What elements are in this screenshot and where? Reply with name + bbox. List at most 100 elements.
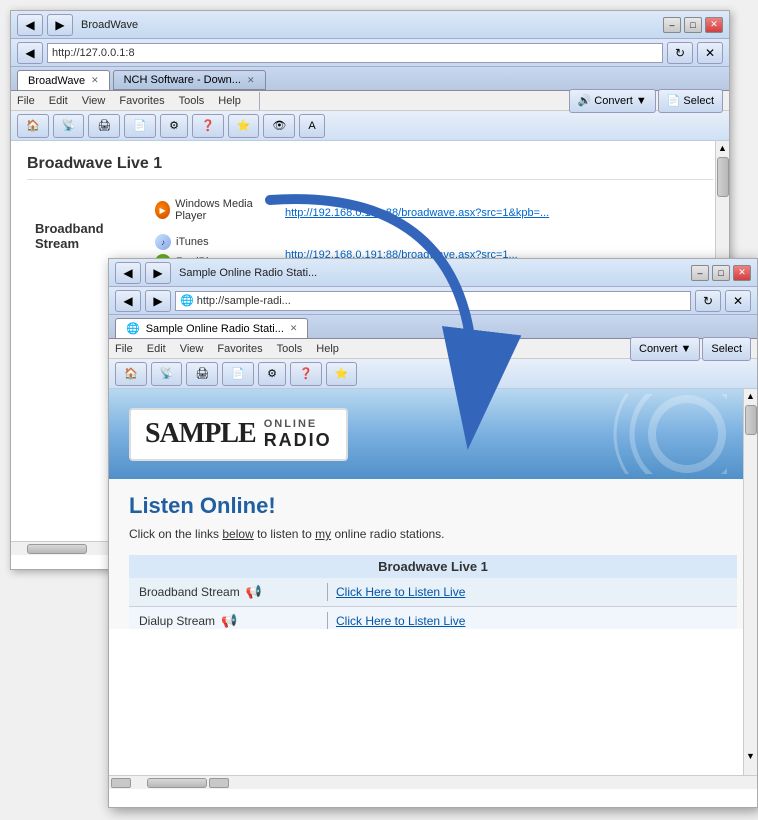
front-convert-label: Convert (639, 343, 678, 355)
listen-subtitle: Click on the links below to listen to my… (129, 527, 737, 541)
minimize-button[interactable]: – (663, 17, 681, 33)
itunes-icon: ♪ (155, 234, 171, 250)
tools-icon-btn[interactable]: ⚙ (160, 114, 188, 138)
front-refresh[interactable]: ↻ (695, 290, 721, 312)
front-titlebar-left: ◀ ▶ Sample Online Radio Stati... (115, 262, 317, 284)
close-button[interactable]: ✕ (705, 17, 723, 33)
menu-help[interactable]: Help (218, 95, 241, 107)
front-h-left-btn[interactable] (111, 778, 131, 788)
dialup-listen-link[interactable]: Click Here to Listen Live (336, 614, 465, 628)
convert-label: Convert (594, 95, 633, 107)
front-scroll-up[interactable]: ▲ (744, 389, 757, 403)
front-nav-fwd[interactable]: ▶ (145, 290, 171, 312)
front-home-btn[interactable]: 🏠 (115, 362, 147, 386)
front-nav-back[interactable]: ◀ (115, 290, 141, 312)
front-menu-file[interactable]: File (115, 343, 133, 355)
stream-row-wmp: Broadband Stream ▶ Windows Media Player … (27, 194, 713, 230)
front-scroll-thumb[interactable] (745, 405, 757, 435)
back-menu-bar: File Edit View Favorites Tools Help 🔊 Co… (11, 91, 729, 111)
menu-favorites[interactable]: Favorites (119, 95, 164, 107)
refresh-button[interactable]: ↻ (667, 42, 693, 64)
front-maximize-button[interactable]: □ (712, 265, 730, 281)
tab-nch[interactable]: NCH Software - Down... ✕ (113, 70, 266, 90)
translate-btn[interactable]: A (299, 114, 324, 138)
front-rss-btn[interactable]: 📡 (151, 362, 183, 386)
front-menu-tools[interactable]: Tools (277, 343, 303, 355)
page-btn[interactable]: 📄 (124, 114, 156, 138)
print-icon-btn[interactable]: 🖨 (88, 114, 120, 138)
front-tools-btn[interactable]: ⚙ (258, 362, 286, 386)
stop-button[interactable]: ✕ (697, 42, 723, 64)
back-address-input[interactable]: http://127.0.0.1:8 (47, 43, 663, 63)
front-scrollbar[interactable]: ▲ ▼ (743, 389, 757, 775)
broadband-divider (327, 583, 328, 601)
select-label: Select (683, 95, 714, 107)
back-nav-back[interactable]: ◀ (17, 42, 43, 64)
subtitle-my: my (315, 527, 331, 541)
front-menu-edit[interactable]: Edit (147, 343, 166, 355)
front-forward-button[interactable]: ▶ (145, 262, 171, 284)
back-titlebar: ◀ ▶ BroadWave – □ ✕ (11, 11, 729, 39)
back-address-text: http://127.0.0.1:8 (52, 47, 135, 59)
tab-nch-close[interactable]: ✕ (247, 75, 255, 86)
menu-tools[interactable]: Tools (179, 95, 205, 107)
forward-button[interactable]: ▶ (47, 14, 73, 36)
menu-edit[interactable]: Edit (49, 95, 68, 107)
star-icon-btn[interactable]: ⭐ (228, 114, 260, 138)
radio-page-body: Listen Online! Click on the links below … (109, 479, 757, 629)
convert-icon: 🔊 (578, 94, 592, 107)
front-help-btn[interactable]: ❓ (290, 362, 322, 386)
broadband-stream-row: Broadband Stream 📢 Click Here to Listen … (129, 578, 737, 607)
front-address-input[interactable]: 🌐 http://sample-radi... (175, 291, 691, 311)
front-menu-bar: File Edit View Favorites Tools Help Conv… (109, 339, 757, 359)
station-section: Broadwave Live 1 Broadband Stream 📢 Clic… (129, 555, 737, 629)
front-convert-button[interactable]: Convert ▼ (630, 337, 700, 361)
front-select-button[interactable]: Select (702, 337, 751, 361)
eye-icon-btn[interactable]: 👁 (263, 114, 295, 138)
broadband-listen-link[interactable]: Click Here to Listen Live (336, 585, 465, 599)
scroll-thumb[interactable] (717, 157, 729, 197)
page-heading: Broadwave Live 1 (27, 155, 713, 180)
back-h-scroll-thumb[interactable] (27, 544, 87, 554)
select-button[interactable]: 📄 Select (658, 89, 723, 113)
wmp-player-cell: ▶ Windows Media Player (147, 194, 277, 230)
tab-broadwave[interactable]: BroadWave ✕ (17, 70, 110, 90)
front-window-controls: – □ ✕ (691, 265, 751, 281)
maximize-button[interactable]: □ (684, 17, 702, 33)
front-print-btn[interactable]: 🖨 (186, 362, 218, 386)
front-page-btn[interactable]: 📄 (222, 362, 254, 386)
wmp-icon: ▶ (155, 201, 170, 219)
front-tab-bar: 🌐 Sample Online Radio Stati... ✕ (109, 315, 757, 339)
front-menu-favorites[interactable]: Favorites (217, 343, 262, 355)
help-icon-btn[interactable]: ❓ (192, 114, 224, 138)
back-window-title: BroadWave (81, 19, 138, 31)
menu-view[interactable]: View (82, 95, 106, 107)
front-window-title: Sample Online Radio Stati... (179, 267, 317, 279)
front-minimize-button[interactable]: – (691, 265, 709, 281)
front-close-button[interactable]: ✕ (733, 265, 751, 281)
home-icon-btn[interactable]: 🏠 (17, 114, 49, 138)
tab-broadwave-label: BroadWave (28, 75, 85, 87)
rss-icon-btn[interactable]: 📡 (53, 114, 85, 138)
front-star-btn[interactable]: ⭐ (326, 362, 358, 386)
front-h-right-btn[interactable] (209, 778, 229, 788)
tab-nch-label: NCH Software - Down... (124, 74, 241, 86)
front-menu-help[interactable]: Help (316, 343, 339, 355)
front-scroll-down[interactable]: ▼ (744, 751, 757, 761)
wmp-stream-link[interactable]: http://192.168.0.191:88/broadwave.asx?sr… (285, 207, 549, 219)
subtitle-below: below (222, 527, 253, 541)
front-tab-close[interactable]: ✕ (290, 323, 298, 334)
front-stop[interactable]: ✕ (725, 290, 751, 312)
front-back-button[interactable]: ◀ (115, 262, 141, 284)
front-h-scrollbar[interactable] (109, 775, 757, 789)
back-command-bar: 🏠 📡 🖨 📄 ⚙ ❓ ⭐ 👁 A (11, 111, 729, 141)
menu-file[interactable]: File (17, 95, 35, 107)
front-tab-radio[interactable]: 🌐 Sample Online Radio Stati... ✕ (115, 318, 308, 338)
front-h-scroll-thumb[interactable] (147, 778, 207, 788)
back-button[interactable]: ◀ (17, 14, 43, 36)
front-menu-view[interactable]: View (180, 343, 204, 355)
scroll-up-arrow[interactable]: ▲ (716, 141, 729, 155)
tab-broadwave-close[interactable]: ✕ (91, 75, 99, 86)
logo-radio-text: RADIO (264, 430, 332, 451)
convert-button[interactable]: 🔊 Convert ▼ (569, 89, 656, 113)
